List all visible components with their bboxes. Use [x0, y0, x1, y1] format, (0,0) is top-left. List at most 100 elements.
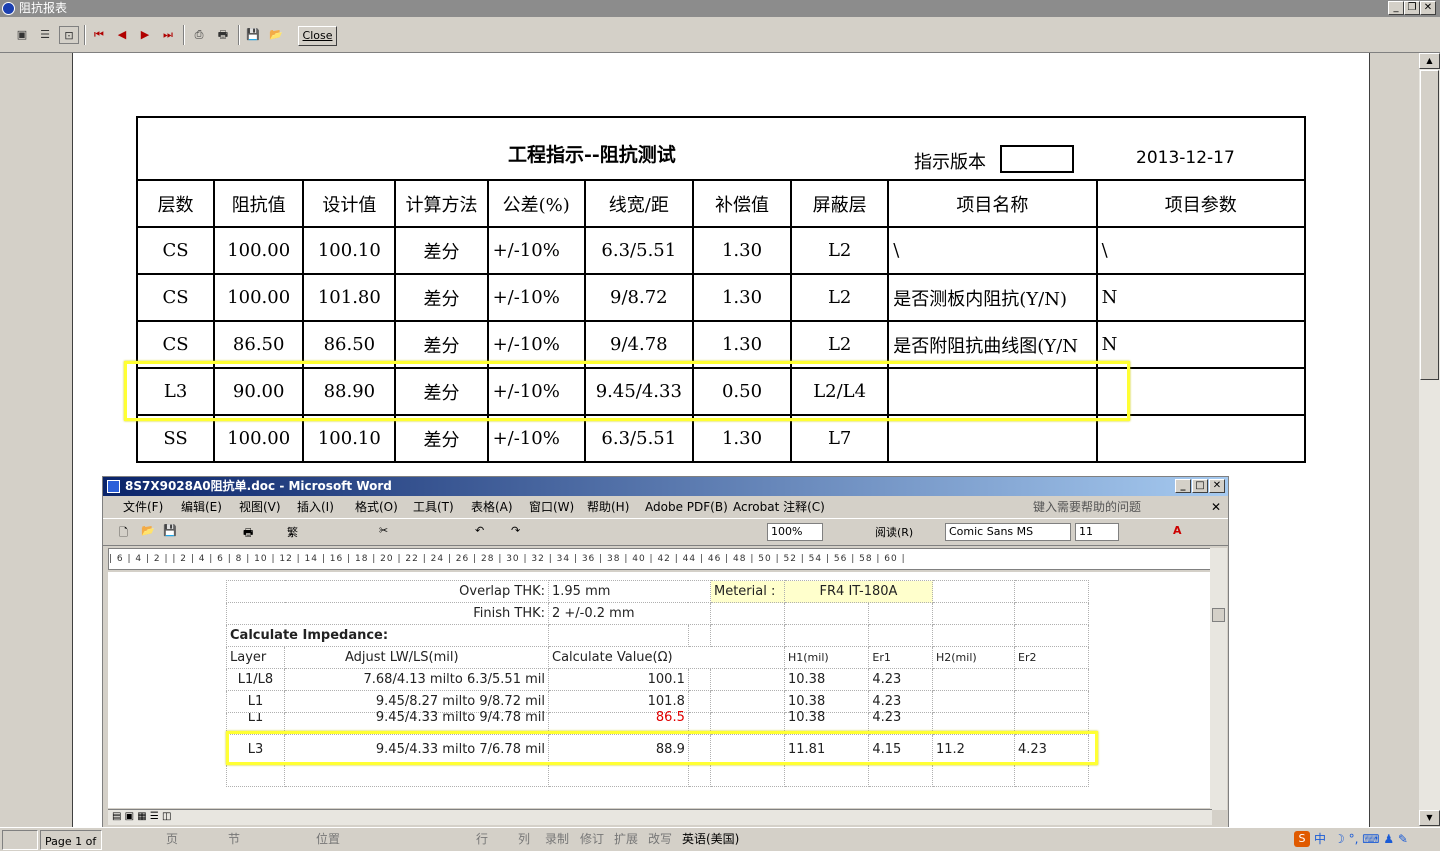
cell: N: [1095, 273, 1307, 322]
first-page-icon[interactable]: ⏮: [89, 26, 109, 44]
cell: 100.00: [213, 273, 305, 322]
prev-page-icon[interactable]: ◀: [112, 26, 132, 44]
multi-page-icon[interactable]: ☰: [35, 26, 55, 44]
menu-edit[interactable]: 编辑(E): [181, 496, 222, 518]
page-indicator: Page 1 of 1: [40, 830, 102, 850]
menu-window[interactable]: 窗口(W): [529, 496, 574, 518]
cell: [868, 624, 933, 647]
menu-insert[interactable]: 插入(I): [297, 496, 334, 518]
scroll-thumb[interactable]: [1420, 70, 1439, 380]
ime-mode[interactable]: 中: [1314, 828, 1326, 850]
redo-icon[interactable]: ↷: [511, 524, 520, 537]
cell: 10.38: [783, 668, 870, 691]
open-folder-icon[interactable]: 📂: [266, 26, 286, 44]
word-vertical-scrollbar[interactable]: [1210, 548, 1227, 810]
app-icon: [2, 2, 15, 15]
word-status-col: 列: [518, 832, 531, 846]
report-header: 工程指示--阻抗测试 指示版本 2013-12-17: [136, 116, 1306, 181]
word-toolbar: 🗋 📂 💾 🖶 繁 ✂ ↶ ↷ 100% 阅读(R) Comic Sans MS…: [103, 518, 1228, 546]
word-status-ext: 扩展: [614, 832, 639, 846]
font-size-select[interactable]: 11: [1075, 523, 1119, 541]
cell: [687, 690, 712, 713]
new-doc-icon[interactable]: 🗋: [119, 524, 128, 543]
print-setup-icon[interactable]: ⎙: [189, 26, 209, 44]
word-horizontal-scrollbar[interactable]: ▤ ▣ ▦ ☰ ◫: [108, 809, 1212, 825]
cell: [932, 580, 1015, 603]
scroll-down-icon[interactable]: ▼: [1419, 810, 1440, 826]
help-search-input[interactable]: 键入需要帮助的问题: [1033, 496, 1141, 518]
cell: 6.3/5.51: [583, 226, 694, 275]
open-icon[interactable]: 📂: [141, 524, 155, 537]
font-color-icon[interactable]: A: [1173, 524, 1182, 537]
scroll-up-icon[interactable]: ▲: [1419, 53, 1440, 69]
menu-view[interactable]: 视图(V): [239, 496, 281, 518]
fit-page-icon[interactable]: ⊡: [59, 26, 79, 44]
cell: [783, 624, 870, 647]
cell: 1.30: [691, 226, 793, 275]
menu-help[interactable]: 帮助(H): [587, 496, 629, 518]
word-menu-bar: 文件(F) 编辑(E) 视图(V) 插入(I) 格式(O) 工具(T) 表格(A…: [103, 496, 1228, 518]
word-document[interactable]: Overlap THK: 1.95 mm Meterial : FR4 IT-1…: [108, 572, 1213, 808]
cell: [868, 602, 933, 625]
table-row: CS 100.00 101.80 差分 +/-10% 9/8.72 1.30 L…: [135, 273, 1307, 322]
cell: [932, 602, 1015, 625]
undo-icon[interactable]: ↶: [475, 524, 484, 537]
close-button[interactable]: Close: [298, 26, 337, 46]
overlap-label: Overlap THK:: [226, 580, 549, 603]
close-doc-icon[interactable]: ✕: [1211, 496, 1221, 518]
cell: [710, 624, 785, 647]
reading-button[interactable]: 阅读(R): [875, 524, 913, 540]
single-page-icon[interactable]: ▣: [12, 26, 32, 44]
next-page-icon[interactable]: ▶: [135, 26, 155, 44]
menu-format[interactable]: 格式(O): [355, 496, 398, 518]
menu-adobe-pdf[interactable]: Adobe PDF(B): [645, 496, 728, 518]
cell: L7: [790, 414, 890, 463]
zoom-select[interactable]: 100%: [767, 523, 823, 541]
cell: 100.00: [213, 226, 305, 275]
cell: 4.23: [868, 668, 933, 691]
cell: SS: [135, 414, 216, 463]
word-minimize-button[interactable]: _: [1175, 479, 1191, 493]
ime-tool-icons[interactable]: ☽ °, ⌨ ♟ ✎: [1334, 828, 1408, 850]
title-bar: 阻抗报表 _ ❐ ✕: [0, 0, 1440, 17]
report-title: 工程指示--阻抗测试: [508, 144, 676, 166]
minimize-button[interactable]: _: [1388, 1, 1404, 15]
restore-button[interactable]: ❐: [1404, 1, 1420, 15]
view-mode-icons[interactable]: ▤ ▣ ▦ ☰ ◫: [112, 811, 171, 822]
cell: 6.3/5.51: [583, 414, 694, 463]
menu-file[interactable]: 文件(F): [123, 496, 163, 518]
save-icon[interactable]: 💾: [243, 26, 263, 44]
save-doc-icon[interactable]: 💾: [163, 524, 177, 537]
col-header: 项目参数: [1095, 179, 1307, 228]
cell: CS: [135, 273, 216, 322]
menu-acrobat[interactable]: Acrobat 注释(C): [733, 496, 825, 518]
cell: +/-10%: [486, 414, 586, 463]
word-status-rec: 录制: [545, 832, 570, 846]
menu-tools[interactable]: 工具(T): [413, 496, 454, 518]
finish-label: Finish THK:: [226, 602, 549, 625]
col-header: 阻抗值: [213, 179, 305, 228]
word-maximize-button[interactable]: □: [1192, 479, 1208, 493]
traditional-chinese-icon[interactable]: 繁: [287, 524, 298, 540]
cell: CS: [135, 226, 216, 275]
ime-icon[interactable]: S: [1294, 831, 1310, 847]
col-header: 设计值: [302, 179, 397, 228]
print-doc-icon[interactable]: 🖶: [243, 524, 253, 543]
menu-table[interactable]: 表格(A): [471, 496, 513, 518]
print-icon[interactable]: 🖶: [213, 26, 233, 44]
cell: L1/L8: [226, 668, 285, 691]
col-header: 线宽/距: [583, 179, 694, 228]
material-value: FR4 IT-180A: [784, 580, 933, 603]
word-close-button[interactable]: ✕: [1209, 479, 1225, 493]
last-page-icon[interactable]: ⏭: [158, 26, 178, 44]
font-select[interactable]: Comic Sans MS: [945, 523, 1071, 541]
cut-icon[interactable]: ✂: [379, 524, 388, 537]
version-box: [1000, 145, 1074, 173]
cell: [783, 764, 870, 787]
cell: [932, 624, 1015, 647]
close-window-button[interactable]: ✕: [1420, 1, 1436, 15]
word-scroll-thumb[interactable]: [1212, 608, 1225, 622]
report-toolbar: ▣ ☰ ⊡ ⏮ ◀ ▶ ⏭ ⎙ 🖶 💾 📂 Close: [0, 17, 1440, 53]
cell: 9/8.72: [583, 273, 694, 322]
cell: 差分: [394, 226, 489, 275]
